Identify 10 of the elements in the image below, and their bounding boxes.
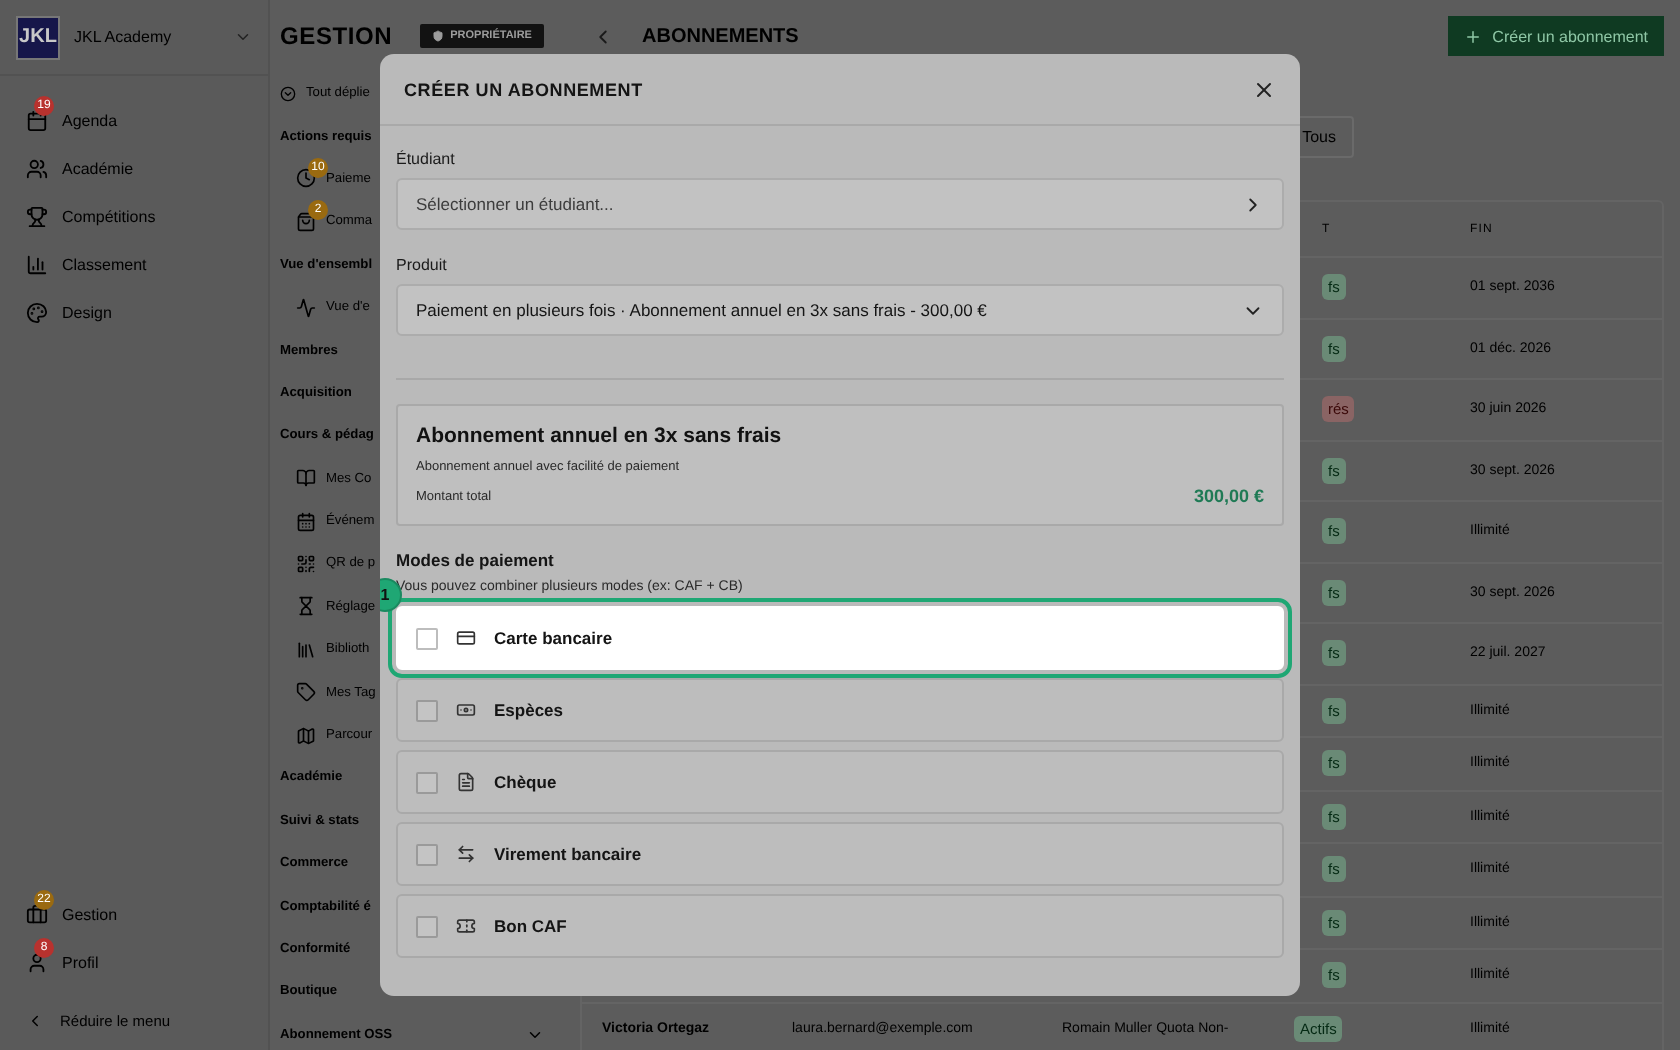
product-title: Abonnement annuel en 3x sans frais — [416, 424, 784, 448]
field-label: Produit — [396, 256, 449, 274]
dialog-title: CRÉER UN ABONNEMENT — [404, 79, 643, 99]
academy-logo: JKL — [16, 15, 60, 59]
field-label: Étudiant — [396, 150, 457, 168]
academy-name: JKL Academy — [74, 28, 174, 46]
section-title: GESTION — [280, 22, 393, 50]
total-amount: 300,00 € — [1193, 486, 1264, 506]
section-heading: Modes de paiement — [396, 550, 556, 570]
page-title: ABONNEMENTS — [642, 25, 801, 47]
